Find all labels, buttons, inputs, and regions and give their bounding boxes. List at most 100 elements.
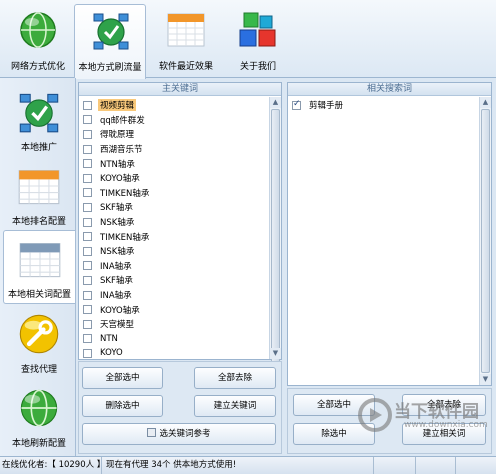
keyword-row[interactable]: NSK轴承: [81, 215, 151, 230]
keyword-text: NSK轴承: [100, 247, 135, 258]
keyword-checkbox[interactable]: [83, 261, 92, 271]
keyword-checkbox[interactable]: [83, 217, 92, 227]
tab-network-optimize[interactable]: 网络方式优化: [2, 4, 74, 76]
keyword-row[interactable]: SKF轴承: [81, 273, 151, 288]
keyword-checkbox[interactable]: [83, 173, 92, 183]
keyword-checkbox[interactable]: [83, 275, 92, 285]
keyword-text: qq邮件群发: [100, 115, 145, 126]
keyword-reference-label: 选关键词参考: [159, 429, 211, 439]
keyword-checkbox[interactable]: [83, 319, 92, 329]
keyword-text: INA轴承: [100, 291, 132, 302]
keyword-checkbox[interactable]: [83, 188, 92, 198]
sidebar-item-label: 本地刷新配置: [11, 439, 66, 449]
keyword-text: 天宫模型: [100, 320, 135, 331]
main-keyword-list: 视频剪辑 qq邮件群发 得耽原理 西湖音乐节 NTN轴承 KOYO轴承 TIMKEN轴承 SK…: [81, 98, 151, 361]
calendar-icon: [18, 170, 60, 205]
keyword-text: NTN: [100, 333, 118, 344]
status-cell-empty-2: [418, 457, 456, 474]
sidebar: 本地推广 本地排名配置 本地相关词配置 查找代理 本地刷新配置: [0, 78, 76, 456]
create-keyword-button[interactable]: 建立关键词: [194, 395, 276, 417]
keyword-checkbox[interactable]: [83, 129, 92, 139]
keyword-row[interactable]: TIMKEN轴承: [81, 229, 151, 244]
keyword-row[interactable]: 西湖音乐节: [81, 142, 151, 157]
wrench-icon: [19, 314, 59, 354]
scroll-thumb[interactable]: [271, 109, 280, 363]
watermark: 当下软件园 www.downxia.com: [356, 394, 496, 444]
main-select-all-button[interactable]: 全部选中: [82, 367, 163, 389]
keyword-checkbox[interactable]: [83, 144, 92, 154]
reference-icon: [147, 428, 157, 437]
keyword-checkbox[interactable]: [83, 115, 92, 125]
keyword-checkbox[interactable]: [83, 159, 92, 169]
keyword-checkbox[interactable]: [83, 232, 92, 242]
keyword-checkbox[interactable]: [83, 100, 92, 110]
keyword-text: 西湖音乐节: [100, 145, 143, 156]
keyword-checkbox[interactable]: [83, 246, 92, 256]
sidebar-item-label: 本地相关词配置: [7, 290, 71, 300]
keyword-row[interactable]: NTN: [81, 332, 151, 347]
status-bar: 在线优化者:【 10290人 】 现在有代理 34个 供本地方式使用!: [0, 456, 496, 474]
scroll-down-icon[interactable]: ▼: [480, 374, 491, 385]
keyword-text: SKF轴承: [100, 276, 133, 287]
keyword-row[interactable]: 剪辑手册: [290, 98, 345, 113]
keyword-row[interactable]: NSK轴承: [81, 244, 151, 259]
keyword-text: KOYO: [100, 348, 123, 359]
main-keyword-scrollbar[interactable]: ▲ ▼: [269, 97, 281, 363]
tab-label: 本地方式刷流量: [78, 63, 142, 73]
keyword-checkbox[interactable]: [83, 305, 92, 315]
keyword-text: TIMKEN轴承: [100, 188, 150, 199]
tab-about-us[interactable]: 关于我们: [222, 4, 294, 76]
sidebar-item-local-refresh-config[interactable]: 本地刷新配置: [3, 380, 75, 454]
watermark-logo-icon: [358, 398, 392, 432]
keyword-checkbox[interactable]: [292, 99, 301, 110]
keyword-row[interactable]: KOYO轴承: [81, 302, 151, 317]
related-keyword-panel: 相关搜索词 剪辑手册 ▲ ▼: [287, 82, 492, 386]
network-icon: [93, 13, 129, 50]
keyword-row[interactable]: qq邮件群发: [81, 113, 151, 128]
keyword-row[interactable]: KOYO: [81, 346, 151, 361]
scroll-up-icon[interactable]: ▲: [480, 97, 491, 108]
calendar-icon: [19, 243, 61, 278]
keyword-checkbox[interactable]: [83, 290, 92, 300]
status-cell-empty-1: [376, 457, 416, 474]
keyword-row[interactable]: SKF轴承: [81, 200, 151, 215]
sidebar-item-label: 本地排名配置: [11, 217, 66, 227]
sidebar-item-local-related-config[interactable]: 本地相关词配置: [3, 230, 75, 304]
tab-label: 网络方式优化: [10, 62, 65, 72]
tab-recent-effect[interactable]: 软件最近效果: [150, 4, 222, 76]
watermark-url: www.downxia.com: [404, 420, 488, 430]
keyword-checkbox[interactable]: [83, 202, 92, 212]
keyword-checkbox[interactable]: [83, 334, 92, 344]
keyword-row[interactable]: INA轴承: [81, 259, 151, 274]
keyword-row[interactable]: KOYO轴承: [81, 171, 151, 186]
network-icon: [19, 93, 59, 133]
keyword-checkbox[interactable]: [83, 348, 92, 358]
globe-icon: [20, 389, 58, 427]
keyword-row[interactable]: NTN轴承: [81, 156, 151, 171]
keyword-text: INA轴承: [100, 261, 132, 272]
main-keyword-title: 主关键词: [79, 83, 281, 96]
keyword-row[interactable]: TIMKEN轴承: [81, 186, 151, 201]
main-delete-selected-button[interactable]: 删除选中: [82, 395, 163, 417]
keyword-text: NTN轴承: [100, 159, 135, 170]
scroll-up-icon[interactable]: ▲: [270, 97, 281, 108]
keyword-row[interactable]: 得耽原理: [81, 127, 151, 142]
keyword-text: 剪辑手册: [309, 101, 344, 112]
keyword-text: TIMKEN轴承: [100, 232, 150, 243]
sidebar-item-local-rank-config[interactable]: 本地排名配置: [3, 158, 75, 232]
keyword-reference-button[interactable]: 选关键词参考: [82, 423, 276, 445]
related-keyword-list: 剪辑手册: [290, 98, 345, 113]
related-keyword-scrollbar[interactable]: ▲ ▼: [479, 97, 491, 385]
tab-label: 关于我们: [239, 62, 276, 72]
keyword-row[interactable]: 天宫模型: [81, 317, 151, 332]
keyword-text: KOYO轴承: [100, 174, 140, 185]
tab-local-traffic[interactable]: 本地方式刷流量: [74, 4, 146, 79]
keyword-row[interactable]: 视频剪辑: [81, 98, 151, 113]
sidebar-item-local-promote[interactable]: 本地推广: [3, 84, 75, 158]
sidebar-item-find-proxy[interactable]: 查找代理: [3, 306, 75, 380]
scroll-down-icon[interactable]: ▼: [270, 348, 281, 359]
scroll-thumb[interactable]: [481, 109, 490, 373]
keyword-text: 视频剪辑: [98, 99, 137, 112]
keyword-row[interactable]: INA轴承: [81, 288, 151, 303]
main-deselect-all-button[interactable]: 全部去除: [194, 367, 276, 389]
